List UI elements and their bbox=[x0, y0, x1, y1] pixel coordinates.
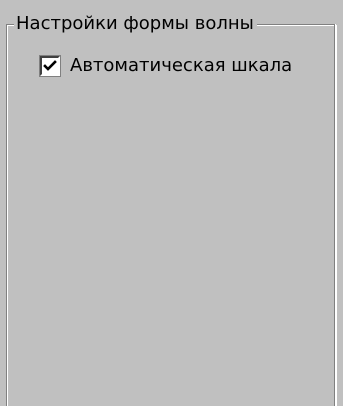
waveform-settings-panel: Настройки формы волны Автоматическая шка… bbox=[0, 0, 343, 406]
checkmark-icon bbox=[43, 59, 57, 73]
auto-scale-checkbox-row[interactable]: Автоматическая шкала bbox=[40, 54, 292, 78]
auto-scale-checkbox[interactable] bbox=[40, 56, 60, 76]
groupbox-right-border bbox=[334, 24, 336, 406]
auto-scale-label[interactable]: Автоматическая шкала bbox=[70, 54, 292, 78]
waveform-settings-groupbox bbox=[6, 24, 336, 406]
groupbox-title: Настройки формы волны bbox=[14, 12, 257, 36]
